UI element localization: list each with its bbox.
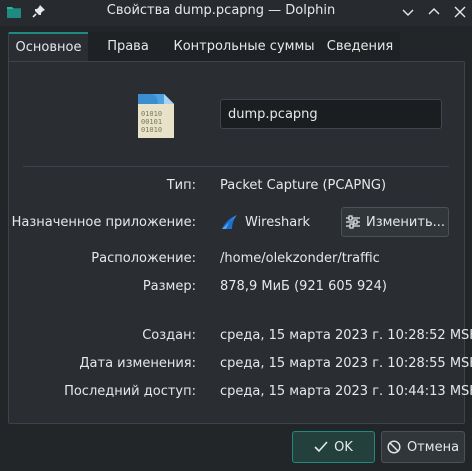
accessed-label: Последний доступ:: [64, 384, 196, 399]
pin-icon[interactable]: [31, 3, 47, 19]
cancel-button[interactable]: Отмена: [381, 431, 465, 463]
wireshark-icon: [222, 215, 237, 229]
change-app-button[interactable]: Изменить...: [341, 207, 449, 237]
cancel-icon: [387, 440, 401, 454]
change-app-label: Изменить...: [365, 214, 446, 230]
tab-permissions[interactable]: Права: [88, 32, 168, 61]
window-titlebar[interactable]: Свойства dump.pcapng — Dolphin: [0, 0, 472, 26]
svg-text:00101: 00101: [141, 118, 162, 126]
chevron-down-icon[interactable]: [399, 3, 417, 21]
location-label: Расположение:: [91, 251, 196, 266]
size-value: 878,9 МиБ (921 605 924): [220, 279, 387, 294]
file-name-input[interactable]: [220, 99, 442, 129]
created-value: среда, 15 марта 2023 г. 10:28:52 MSK: [220, 328, 472, 343]
app-value: Wireshark: [245, 215, 311, 230]
type-label: Тип:: [166, 178, 196, 193]
modified-label: Дата изменения:: [79, 356, 196, 371]
location-value: /home/olekzonder/traffic: [220, 251, 380, 266]
created-label: Создан:: [142, 328, 196, 343]
accessed-value: среда, 15 марта 2023 г. 10:44:13 MSK: [220, 384, 472, 399]
checkmark-icon: [314, 441, 328, 453]
cancel-label: Отмена: [406, 439, 460, 455]
window-title: Свойства dump.pcapng — Dolphin: [106, 3, 336, 18]
svg-text:01010: 01010: [141, 126, 162, 134]
close-icon[interactable]: [451, 3, 469, 21]
chevron-up-icon[interactable]: [425, 3, 443, 21]
ok-button[interactable]: OK: [292, 431, 375, 463]
binary-file-icon: 01010 00101 01010: [138, 94, 174, 138]
modified-value: среда, 15 марта 2023 г. 10:28:55 MSK: [220, 356, 472, 371]
svg-text:01010: 01010: [141, 110, 162, 118]
divider: [23, 166, 449, 167]
tab-general[interactable]: Основное: [8, 32, 89, 62]
folder-icon: [7, 7, 21, 18]
tab-details[interactable]: Сведения: [320, 32, 400, 61]
size-label: Размер:: [142, 279, 196, 294]
ok-label: OK: [334, 439, 353, 455]
tab-checksums[interactable]: Контрольные суммы: [168, 32, 320, 61]
settings-icon: [345, 215, 360, 229]
type-value: Packet Capture (PCAPNG): [220, 178, 387, 193]
app-label: Назначенное приложение:: [11, 215, 196, 230]
